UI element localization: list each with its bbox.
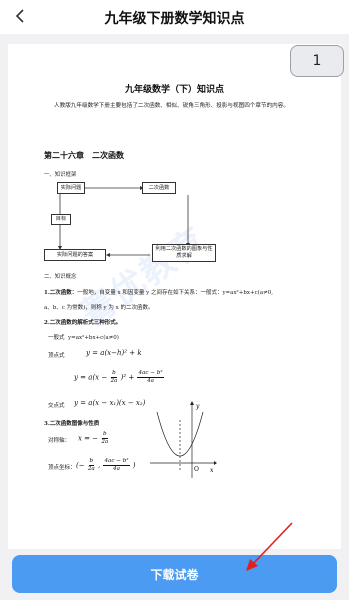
parabola-graph: y x O xyxy=(150,401,217,478)
download-button[interactable]: 下载试卷 xyxy=(12,555,337,593)
graph-x-label: x xyxy=(210,467,214,474)
graph-origin-label: O xyxy=(194,466,199,473)
graph-y-label: y xyxy=(195,403,200,410)
